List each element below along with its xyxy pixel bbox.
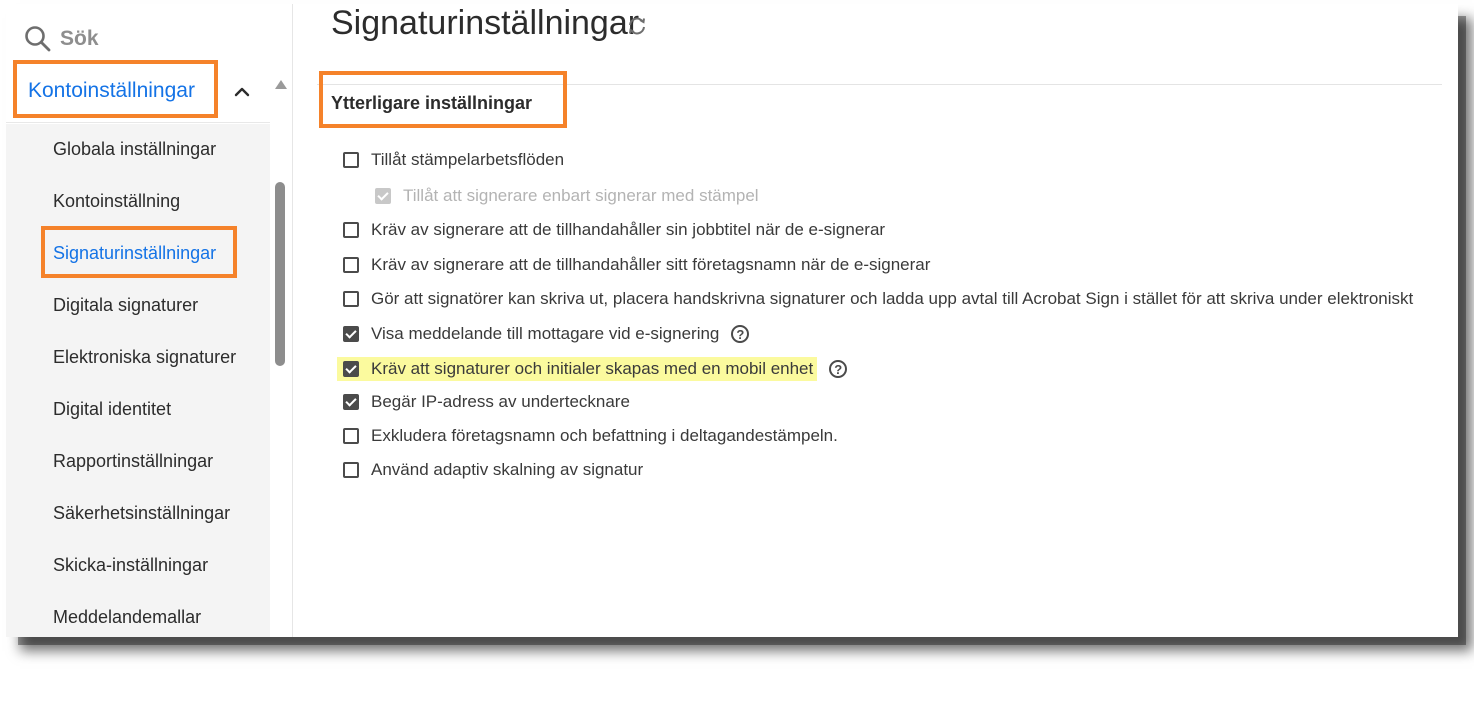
search-input[interactable]: Sök [60,27,99,51]
option-exclude-company-title[interactable]: Exkludera företagsnamn och befattning i … [343,426,838,446]
option-label: Gör att signatörer kan skriva ut, placer… [371,289,1414,308]
option-label: Tillåt stämpelarbetsflöden [371,150,565,169]
title-divider [317,84,1442,85]
option-show-message-to-recipients[interactable]: Visa meddelande till mottagare vid e-sig… [343,324,750,344]
option-request-ip-address[interactable]: Begär IP-adress av undertecknare [343,392,630,412]
chevron-up-icon[interactable] [232,82,252,102]
highlight-marker: Kräv att signaturer och initialer skapas… [337,357,818,381]
option-label: Visa meddelande till mottagare vid e-sig… [371,324,720,343]
scroll-up-arrow-icon[interactable] [275,80,287,89]
option-label: Kräv av signerare att de tillhandahåller… [371,255,931,274]
scroll-thumb[interactable] [275,182,285,366]
checkbox-unchecked[interactable] [343,152,359,168]
main-content: Signaturinställningar Ytterligare instäl… [293,4,1458,637]
group-title: Ytterligare inställningar [331,93,533,113]
sidebar-item-security-settings[interactable]: Säkerhetsinställningar [53,503,230,524]
sidebar-item-digital-signatures[interactable]: Digitala signaturer [53,295,198,316]
sidebar-item-send-settings[interactable]: Skicka-inställningar [53,555,208,576]
option-label: Exkludera företagsnamn och befattning i … [371,426,838,445]
sidebar-section-account-settings[interactable]: Kontoinställningar [6,64,270,123]
checkbox-unchecked[interactable] [343,428,359,444]
sidebar-section-label: Kontoinställningar [28,79,195,102]
checkbox-unchecked[interactable] [343,257,359,273]
option-label: Tillåt att signerare enbart signerar med… [403,186,759,205]
sidebar-item-signature-settings[interactable]: Signaturinställningar [53,243,216,264]
option-allow-written-signatures[interactable]: Gör att signatörer kan skriva ut, placer… [343,289,1413,309]
checkbox-checked[interactable] [343,361,359,377]
sidebar-subnav: Globala inställningar Kontoinställning S… [6,124,270,637]
page-title: Signaturinställningar [331,4,640,42]
option-label: Kräv att signaturer och initialer skapas… [371,359,814,378]
sidebar-item-digital-identity[interactable]: Digital identitet [53,399,171,420]
option-label: Kräv av signerare att de tillhandahåller… [371,220,886,239]
sidebar-item-report-settings[interactable]: Rapportinställningar [53,451,213,472]
option-label: Använd adaptiv skalning av signatur [371,460,644,479]
search-icon [25,26,51,52]
checkbox-checked[interactable] [343,326,359,342]
option-require-job-title[interactable]: Kräv av signerare att de tillhandahåller… [343,220,885,240]
option-require-company-name[interactable]: Kräv av signerare att de tillhandahåller… [343,255,930,275]
checkbox-unchecked[interactable] [343,462,359,478]
option-require-mobile-signature[interactable]: Kräv att signaturer och initialer skapas… [337,357,848,381]
option-allow-stamp-workflows[interactable]: Tillåt stämpelarbetsflöden [343,150,564,170]
sidebar-scrollbar[interactable] [270,74,292,637]
checkbox-checked-disabled [375,188,391,204]
option-label: Begär IP-adress av undertecknare [371,392,630,411]
option-adaptive-signature-scaling[interactable]: Använd adaptiv skalning av signatur [343,460,643,480]
search-box[interactable]: Sök [24,22,274,56]
checkbox-checked[interactable] [343,394,359,410]
sidebar-item-global-settings[interactable]: Globala inställningar [53,139,216,160]
help-icon[interactable]: ? [829,360,848,378]
sidebar-item-message-templates[interactable]: Meddelandemallar [53,607,201,628]
checkbox-unchecked[interactable] [343,291,359,307]
app-window: Sök Kontoinställningar Globala inställni… [6,4,1458,637]
sidebar-item-account-setting[interactable]: Kontoinställning [53,191,180,212]
help-icon[interactable]: ? [731,325,750,343]
checkbox-unchecked[interactable] [343,222,359,238]
sidebar: Sök Kontoinställningar Globala inställni… [6,4,293,637]
sidebar-item-electronic-signatures[interactable]: Elektroniska signaturer [53,347,236,368]
option-stamp-only-signing: Tillåt att signerare enbart signerar med… [375,186,759,206]
refresh-icon[interactable] [626,15,648,37]
